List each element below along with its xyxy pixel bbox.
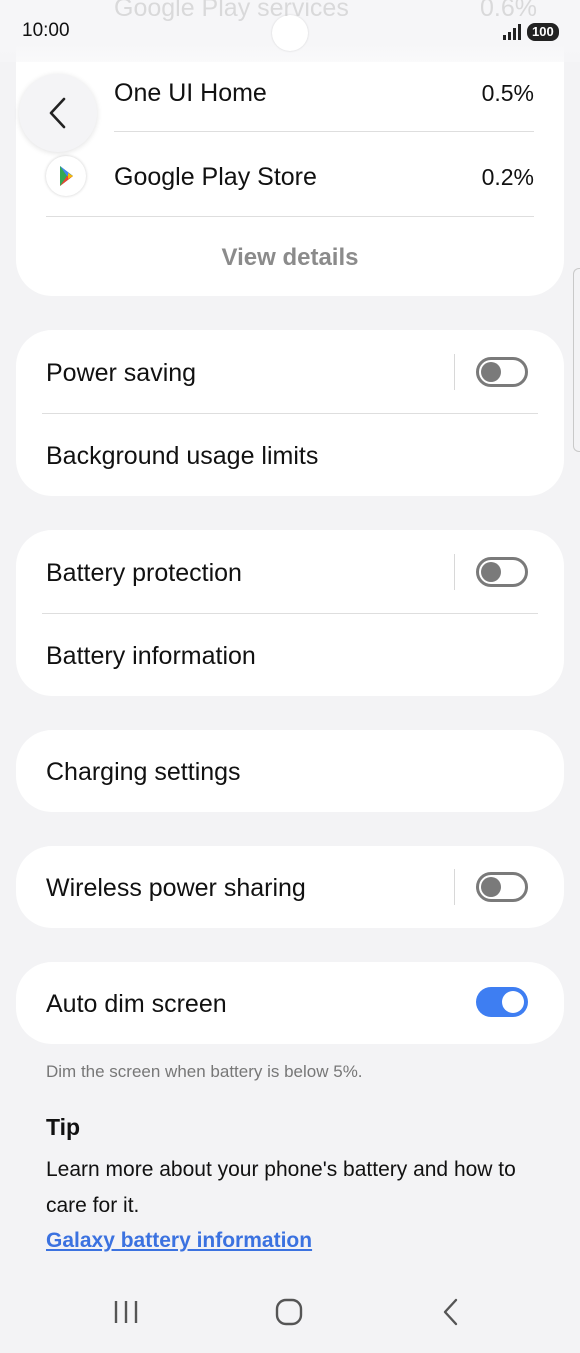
nav-back-button[interactable] xyxy=(421,1292,481,1332)
power-saving-label: Power saving xyxy=(46,359,197,387)
battery-protection-label: Battery protection xyxy=(46,559,242,587)
back-icon xyxy=(49,97,66,129)
charging-settings-label: Charging settings xyxy=(46,758,241,786)
app-name: Google Play Store xyxy=(114,163,317,191)
recent-apps-button[interactable] xyxy=(96,1292,156,1332)
battery-badge: 100 xyxy=(527,23,559,41)
power-saving-row[interactable]: Power saving xyxy=(16,330,564,414)
divider xyxy=(46,216,534,217)
auto-dim-screen-label: Auto dim screen xyxy=(46,990,227,1018)
divider xyxy=(114,131,534,132)
separator xyxy=(454,869,455,905)
charging-settings-card[interactable]: Charging settings xyxy=(16,730,564,812)
app-usage-percent: 0.5% xyxy=(481,80,534,106)
home-icon xyxy=(275,1298,303,1326)
wireless-power-sharing-toggle[interactable] xyxy=(476,872,528,902)
home-button[interactable] xyxy=(259,1292,319,1332)
google-play-icon xyxy=(46,156,86,196)
power-saving-card: Power saving Background usage limits xyxy=(16,330,564,496)
wireless-power-sharing-label: Wireless power sharing xyxy=(46,874,306,902)
back-button[interactable] xyxy=(19,74,97,152)
app-row-one-ui-home[interactable]: One UI Home 0.5% xyxy=(16,50,564,134)
ghost-app-name: Google Play services xyxy=(114,0,349,22)
signal-icon xyxy=(503,24,521,40)
battery-protection-row[interactable]: Battery protection xyxy=(16,530,564,614)
galaxy-battery-information-link[interactable]: Galaxy battery information xyxy=(46,1229,312,1253)
app-row-google-play-store[interactable]: Google Play Store 0.2% xyxy=(16,134,564,218)
ghost-app-value: 0.6% xyxy=(480,0,537,22)
background-usage-limits-row[interactable]: Background usage limits xyxy=(16,414,564,496)
tip-text: Learn more about your phone's battery an… xyxy=(46,1158,516,1217)
background-usage-limits-label: Background usage limits xyxy=(46,442,319,470)
auto-dim-screen-card[interactable]: Auto dim screen xyxy=(16,962,564,1044)
app-usage-percent: 0.2% xyxy=(481,164,534,190)
separator xyxy=(454,354,455,390)
wireless-power-sharing-card[interactable]: Wireless power sharing xyxy=(16,846,564,928)
separator xyxy=(454,554,455,590)
app-name: One UI Home xyxy=(114,79,267,107)
status-time: 10:00 xyxy=(22,20,70,41)
scrollbar[interactable] xyxy=(573,268,580,452)
auto-dim-screen-toggle[interactable] xyxy=(476,987,528,1017)
auto-dim-description: Dim the screen when battery is below 5%. xyxy=(46,1062,363,1081)
battery-protection-card: Battery protection Battery information xyxy=(16,530,564,696)
view-details-button[interactable]: View details xyxy=(16,244,564,272)
recent-apps-icon xyxy=(114,1301,138,1323)
battery-information-label: Battery information xyxy=(46,642,256,670)
tip-title: Tip xyxy=(46,1114,81,1140)
nav-back-icon xyxy=(443,1298,458,1326)
navigation-bar xyxy=(0,1280,580,1353)
power-saving-toggle[interactable] xyxy=(476,357,528,387)
battery-protection-toggle[interactable] xyxy=(476,557,528,587)
battery-information-row[interactable]: Battery information xyxy=(16,614,564,696)
